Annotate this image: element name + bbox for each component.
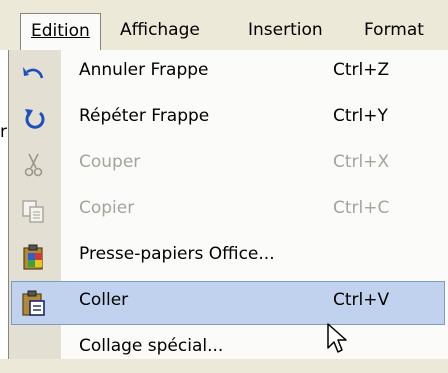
menu-item-label: Coller bbox=[79, 290, 129, 310]
menu-insertion-label: Insertion bbox=[248, 20, 323, 40]
menu-item-label: Collage spécial... bbox=[79, 336, 224, 356]
menu-item-label: Copier bbox=[79, 198, 135, 218]
menu-item-copier[interactable]: Copier Ctrl+C bbox=[9, 188, 448, 235]
menu-affichage-label: Affichage bbox=[120, 20, 200, 40]
undo-icon bbox=[23, 67, 44, 79]
menu-item-shortcut: Ctrl+Y bbox=[333, 106, 388, 126]
menu-item-presse-papiers[interactable]: Presse-papiers Office... bbox=[9, 234, 448, 281]
menu-item-shortcut: Ctrl+Z bbox=[333, 60, 390, 80]
menu-item-label: Couper bbox=[79, 152, 141, 172]
menu-edition[interactable]: Edition bbox=[20, 13, 101, 51]
copy-icon bbox=[22, 200, 44, 223]
menu-item-shortcut: Ctrl+V bbox=[333, 290, 390, 310]
menu-item-collage-special[interactable]: Collage spécial... bbox=[9, 326, 448, 373]
menu-item-shortcut: Ctrl+C bbox=[333, 198, 390, 218]
redo-icon bbox=[25, 109, 45, 129]
mouse-pointer-icon bbox=[327, 323, 347, 353]
menu-format[interactable]: Format bbox=[364, 16, 424, 44]
menu-item-label: Répéter Frappe bbox=[79, 106, 210, 126]
clipboard-office-icon bbox=[23, 244, 43, 270]
menu-format-label: Format bbox=[364, 20, 424, 40]
menu-item-annuler[interactable]: Annuler Frappe Ctrl+Z bbox=[9, 50, 448, 97]
menu-bar: Edition Affichage Insertion Format bbox=[8, 0, 448, 51]
document-text-fragment: r bbox=[0, 122, 7, 142]
menu-item-label: Presse-papiers Office... bbox=[79, 244, 275, 264]
menu-edition-label: Edition bbox=[31, 21, 90, 41]
menu-item-label: Annuler Frappe bbox=[79, 60, 209, 80]
edition-dropdown-menu: Annuler Frappe Ctrl+Z Répéter Frappe Ctr… bbox=[8, 50, 448, 359]
menu-item-repeter[interactable]: Répéter Frappe Ctrl+Y bbox=[9, 96, 448, 143]
scissors-icon bbox=[24, 153, 43, 177]
menu-item-coller[interactable]: Coller Ctrl+V bbox=[9, 280, 448, 327]
menu-affichage[interactable]: Affichage bbox=[120, 16, 200, 44]
document-area[interactable] bbox=[0, 50, 8, 359]
menu-item-shortcut: Ctrl+X bbox=[333, 152, 390, 172]
paste-icon bbox=[22, 290, 45, 316]
menu-insertion[interactable]: Insertion bbox=[248, 16, 323, 44]
menu-item-couper[interactable]: Couper Ctrl+X bbox=[9, 142, 448, 189]
